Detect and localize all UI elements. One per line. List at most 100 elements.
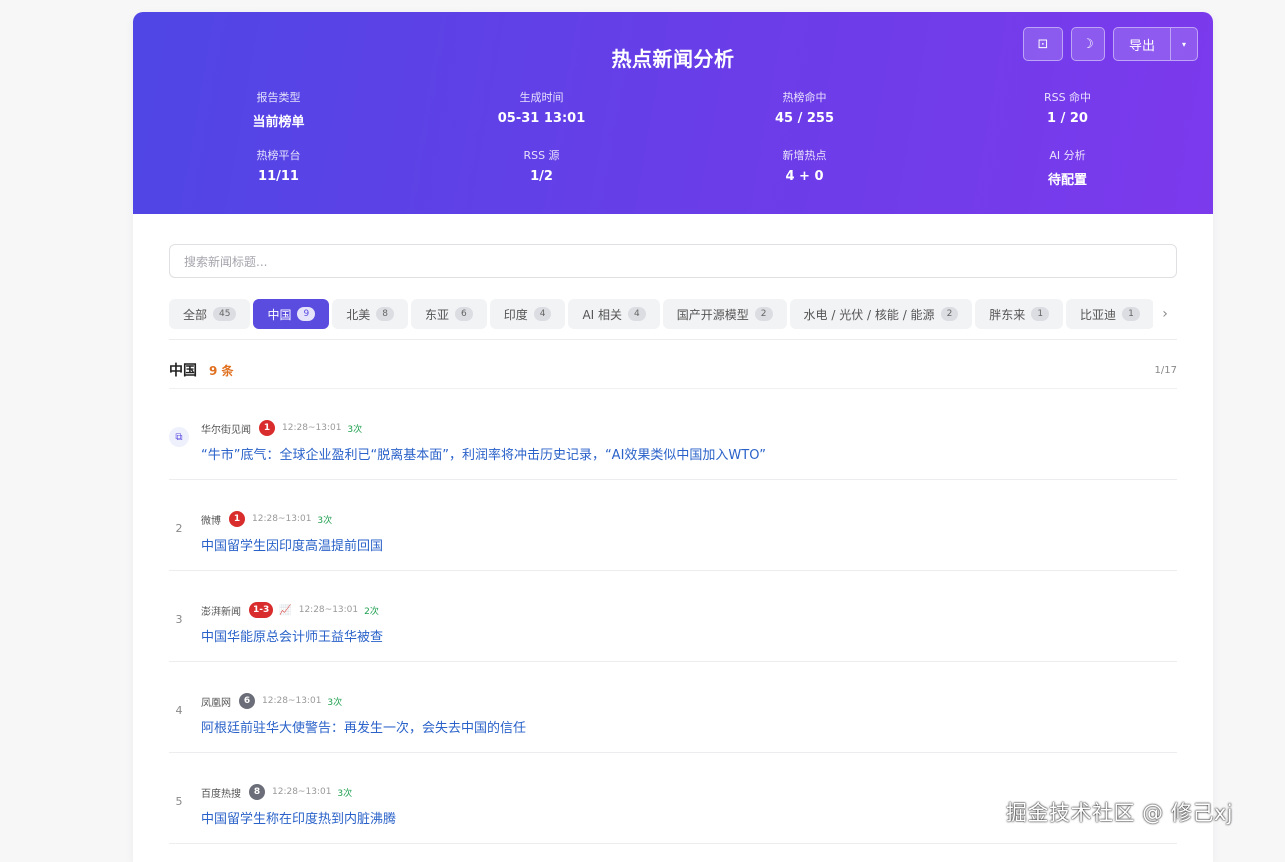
section-header: 中国 9 条 1/17 xyxy=(169,360,1177,380)
news-meta: 微博 1 12:28~13:01 3次 xyxy=(201,511,332,527)
tab-count-badge: 4 xyxy=(628,307,646,321)
category-tabs: 全部 45 中国 9 北美 8 东亚 6 印度 4 AI 相关 4 国产开源模型… xyxy=(169,299,1177,329)
stat-label: RSS 命中 xyxy=(1043,91,1092,104)
news-occurrences: 3次 xyxy=(317,515,333,526)
search-input[interactable]: 搜索新闻标题... xyxy=(169,244,1177,278)
tab-east-asia[interactable]: 东亚 6 xyxy=(410,299,487,329)
news-time-range: 12:28~13:01 xyxy=(282,423,342,433)
export-dropdown-button[interactable]: ▾ xyxy=(1171,28,1197,60)
tab-label: 全部 xyxy=(183,307,208,322)
tab-count-badge: 2 xyxy=(940,307,959,321)
stat-generated-time: 生成时间 05-31 13:01 xyxy=(410,89,673,130)
news-meta: 凤凰网 6 12:28~13:01 3次 xyxy=(201,693,342,709)
news-title-link[interactable]: 中国留学生称在印度热到内脏沸腾 xyxy=(201,808,396,827)
news-time-range: 12:28~13:01 xyxy=(298,605,359,615)
tab-pangdonglai[interactable]: 胖东来 1 xyxy=(975,299,1064,329)
stat-value: 4 + 0 xyxy=(785,169,824,184)
tab-label: 比亚迪 xyxy=(1080,307,1117,322)
tab-count-badge: 2 xyxy=(754,307,773,321)
news-index: 2 xyxy=(175,521,183,535)
report-card: 热点新闻分析 ⊡ ☽ 导出 ▾ 报告类型 当前榜单 生成时间 05-31 13:… xyxy=(133,12,1213,862)
tab-count-badge: 1 xyxy=(1031,307,1050,321)
watermark: 掘金技术社区 @ 修己xj xyxy=(1006,801,1234,825)
news-title-link[interactable]: 中国留学生因印度高温提前回国 xyxy=(201,535,383,554)
news-source: 华尔街见闻 xyxy=(201,424,251,436)
news-index: 4 xyxy=(175,703,183,717)
stat-value: 1/2 xyxy=(530,169,553,184)
tab-energy[interactable]: 水电 / 光伏 / 核能 / 能源 2 xyxy=(789,299,973,329)
section-page-indicator: 1/17 xyxy=(1154,364,1177,376)
news-time-range: 12:28~13:01 xyxy=(272,787,332,797)
section-count: 9 条 xyxy=(209,363,234,378)
news-item: 2 微博 1 12:28~13:01 3次 中国留学生因印度高温提前回国 xyxy=(169,480,1177,571)
stat-label: 新增热点 xyxy=(782,149,827,162)
copy-icon[interactable]: ⧉ xyxy=(169,427,189,447)
tab-all[interactable]: 全部 45 xyxy=(169,299,251,329)
news-title-link[interactable]: 阿根廷前驻华大使警告：再发生一次，会失去中国的信任 xyxy=(201,717,526,736)
export-button[interactable]: 导出 xyxy=(1114,28,1171,60)
caret-down-icon: ▾ xyxy=(1181,39,1186,49)
news-item: ⧉ 华尔街见闻 1 12:28~13:01 3次 “牛市”底气：全球企业盈利已“… xyxy=(169,389,1177,480)
stat-label: 报告类型 xyxy=(256,91,301,104)
rank-badge: 6 xyxy=(239,693,255,709)
trend-up-icon: 📈 xyxy=(279,604,292,616)
news-meta: 百度热搜 8 12:28~13:01 3次 xyxy=(201,784,352,800)
tab-byd[interactable]: 比亚迪 1 xyxy=(1066,299,1154,329)
tab-china[interactable]: 中国 9 xyxy=(253,299,330,329)
news-item: 3 澎湃新闻 1-3 📈 12:28~13:01 2次 中国华能原总会计师王益华… xyxy=(169,571,1177,662)
stats-grid: 报告类型 当前榜单 生成时间 05-31 13:01 热榜命中 45 / 255… xyxy=(147,89,1199,188)
news-occurrences: 3次 xyxy=(337,788,353,799)
news-occurrences: 3次 xyxy=(347,424,363,435)
screenshot-button[interactable]: ⊡ xyxy=(1023,27,1063,61)
tab-count-badge: 6 xyxy=(454,307,473,321)
stat-value: 待配置 xyxy=(1047,173,1087,188)
moon-icon: ☽ xyxy=(1082,36,1094,52)
stat-value: 11/11 xyxy=(258,169,299,184)
rank-badge: 8 xyxy=(249,784,265,800)
stat-label: RSS 源 xyxy=(523,149,560,162)
tab-label: 印度 xyxy=(503,307,528,322)
stat-rss-hits: RSS 命中 1 / 20 xyxy=(936,89,1199,130)
news-source: 澎湃新闻 xyxy=(201,606,241,618)
news-occurrences: 2次 xyxy=(364,606,379,617)
export-button-group: 导出 ▾ xyxy=(1113,27,1198,61)
stat-rss-sources: RSS 源 1/2 xyxy=(410,147,673,188)
chevron-right-icon[interactable]: › xyxy=(1153,299,1177,329)
tab-label: 东亚 xyxy=(424,307,449,322)
divider xyxy=(169,339,1177,340)
stat-new-hot: 新增热点 4 + 0 xyxy=(673,147,936,188)
tab-count-badge: 8 xyxy=(376,307,394,321)
stat-hotlist-hits: 热榜命中 45 / 255 xyxy=(673,89,936,130)
news-index: 3 xyxy=(175,612,183,626)
stat-label: 生成时间 xyxy=(519,91,564,104)
stat-label: 热榜平台 xyxy=(256,149,301,162)
tab-count-badge: 45 xyxy=(213,307,237,321)
news-source: 百度热搜 xyxy=(201,788,241,800)
tab-india[interactable]: 印度 4 xyxy=(489,299,566,329)
stat-report-type: 报告类型 当前榜单 xyxy=(147,89,410,130)
stat-platforms: 热榜平台 11/11 xyxy=(147,147,410,188)
rank-badge: 1-3 xyxy=(249,602,274,618)
news-meta: 华尔街见闻 1 12:28~13:01 3次 xyxy=(201,420,362,436)
tab-ai[interactable]: AI 相关 4 xyxy=(568,299,660,329)
tab-label: 中国 xyxy=(267,307,292,322)
stat-value: 45 / 255 xyxy=(774,111,835,126)
tab-label: 水电 / 光伏 / 核能 / 能源 xyxy=(803,307,935,322)
tab-count-badge: 1 xyxy=(1122,307,1140,321)
news-occurrences: 3次 xyxy=(327,697,343,708)
screenshot-icon: ⊡ xyxy=(1037,36,1049,52)
news-source: 凤凰网 xyxy=(201,697,231,709)
stat-value: 当前榜单 xyxy=(252,115,305,130)
tab-count-badge: 9 xyxy=(297,307,316,321)
stat-ai-analysis: AI 分析 待配置 xyxy=(936,147,1199,188)
tab-label: 北美 xyxy=(346,307,371,322)
stat-value: 1 / 20 xyxy=(1047,111,1088,126)
news-title-link[interactable]: 中国华能原总会计师王益华被查 xyxy=(201,626,383,645)
tab-open-source-models[interactable]: 国产开源模型 2 xyxy=(662,299,787,329)
theme-toggle-button[interactable]: ☽ xyxy=(1071,27,1105,61)
stat-value: 05-31 13:01 xyxy=(497,111,586,126)
news-item: 4 凤凰网 6 12:28~13:01 3次 阿根廷前驻华大使警告：再发生一次，… xyxy=(169,662,1177,753)
news-title-link[interactable]: “牛市”底气：全球企业盈利已“脱离基本面”，利润率将冲击历史记录，“AI效果类似… xyxy=(201,444,766,463)
tab-north-america[interactable]: 北美 8 xyxy=(332,299,408,329)
news-time-range: 12:28~13:01 xyxy=(252,514,312,524)
